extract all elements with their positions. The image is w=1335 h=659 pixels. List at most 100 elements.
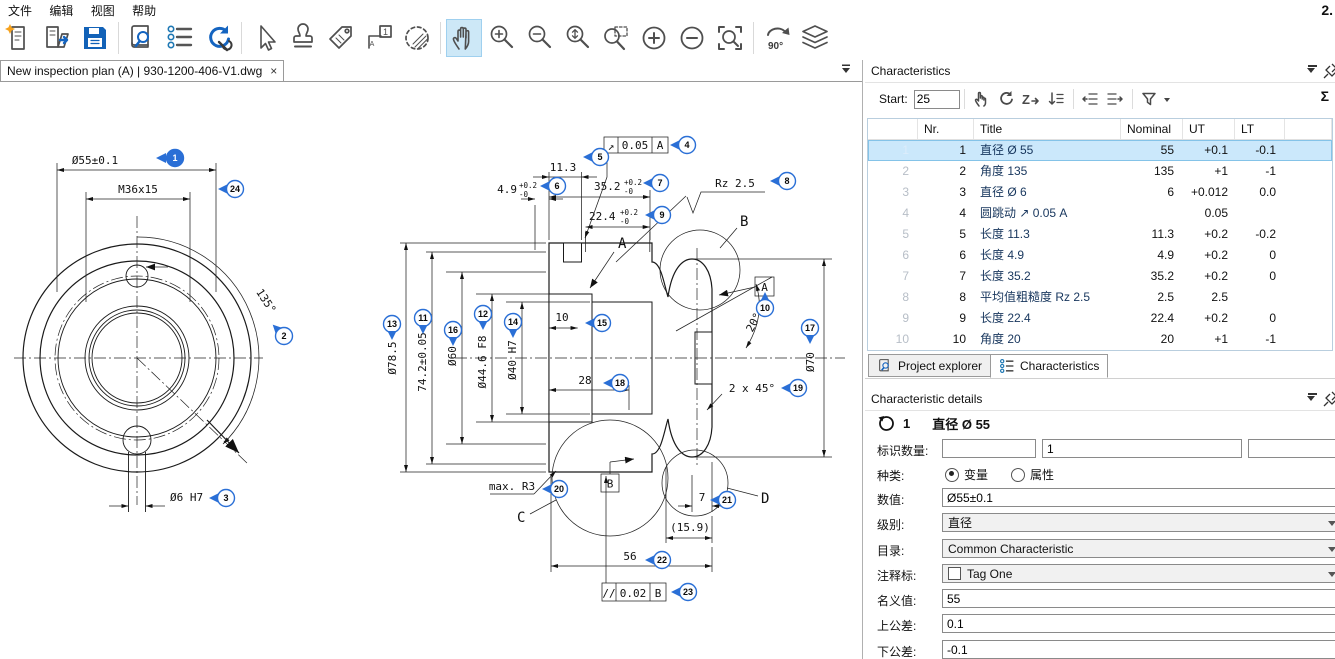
- id-count-input-3[interactable]: [1248, 439, 1335, 458]
- panel-menu-icon[interactable]: [1308, 393, 1317, 395]
- filter-icon[interactable]: [1137, 88, 1162, 110]
- dim-d55[interactable]: Ø55±0.1: [72, 154, 118, 167]
- stamp-tool-icon[interactable]: [285, 19, 321, 57]
- update-settings-icon[interactable]: [200, 19, 236, 57]
- table-row[interactable]: 88平均值粗糙度 Rz 2.52.52.5: [868, 287, 1332, 308]
- dim-d785[interactable]: Ø78.5: [386, 341, 399, 374]
- tag-select[interactable]: Tag One: [942, 564, 1335, 583]
- balloon-17[interactable]: 17: [802, 320, 819, 345]
- table-row[interactable]: 22角度 135135+1-1: [868, 161, 1332, 182]
- panel-menu-arrow-icon[interactable]: [1307, 68, 1315, 77]
- panel-menu-icon[interactable]: [1308, 65, 1317, 67]
- tab-list-dropdown-icon[interactable]: [840, 63, 852, 78]
- gdt-frame-parallel[interactable]: // 0.02 B: [602, 583, 666, 601]
- zoom-dynamic-icon[interactable]: [560, 19, 596, 57]
- tab-project-explorer[interactable]: Project explorer: [868, 354, 991, 377]
- layers-icon[interactable]: [797, 19, 833, 57]
- id-count-input-2[interactable]: [1042, 439, 1242, 458]
- zoom-fit-icon[interactable]: [712, 19, 748, 57]
- balloon-20[interactable]: 20: [542, 481, 568, 498]
- characteristics-list-icon[interactable]: [162, 19, 198, 57]
- radio-variable[interactable]: 变量: [945, 466, 988, 483]
- dim-d6h7[interactable]: Ø6 H7: [170, 491, 203, 504]
- document-tab[interactable]: New inspection plan (A) | 930-1200-406-V…: [0, 60, 284, 81]
- reduce-icon[interactable]: [674, 19, 710, 57]
- value-input[interactable]: [942, 488, 1335, 507]
- insert-before-icon[interactable]: [1078, 88, 1103, 110]
- sigma-icon[interactable]: Σ: [1321, 88, 1329, 104]
- save-icon[interactable]: [77, 19, 113, 57]
- upper-tolerance-input[interactable]: [942, 614, 1335, 633]
- dim-28[interactable]: 28: [578, 374, 591, 387]
- new-inspection-plan-icon[interactable]: [1, 19, 37, 57]
- dim-d40[interactable]: Ø40 H7: [506, 340, 519, 380]
- balloon-16[interactable]: 16: [445, 322, 462, 347]
- lower-tolerance-input[interactable]: [942, 640, 1335, 659]
- table-header[interactable]: Nr. Title Nominal UT LT: [868, 119, 1332, 140]
- enlarge-icon[interactable]: [636, 19, 672, 57]
- panel-menu-arrow-icon[interactable]: [1307, 396, 1315, 405]
- table-row[interactable]: 44圆跳动 ↗ 0.05 A0.05: [868, 203, 1332, 224]
- balloon-3[interactable]: 3: [209, 490, 235, 507]
- select-tool-icon[interactable]: [247, 19, 283, 57]
- balloon-5[interactable]: 5: [583, 149, 609, 166]
- dim-135[interactable]: 135°: [253, 286, 278, 315]
- drawing-canvas[interactable]: Ø55±0.1 M36x15 135° Ø6 H7: [0, 82, 862, 659]
- balloon-19[interactable]: 19: [781, 380, 807, 397]
- table-row[interactable]: 55长度 11.311.3+0.2-0.2: [868, 224, 1332, 245]
- gdt-frame-runout[interactable]: ↗ 0.05 A: [604, 137, 668, 153]
- balloon-2[interactable]: 2: [270, 322, 293, 345]
- table-row[interactable]: 11直径 Ø 5555+0.1-0.1: [868, 140, 1332, 161]
- close-icon[interactable]: ×: [270, 64, 277, 78]
- tag-checkbox[interactable]: [948, 567, 961, 580]
- pin-icon[interactable]: [1323, 63, 1335, 82]
- pin-icon[interactable]: [1323, 391, 1335, 410]
- balloon-13[interactable]: 13: [384, 316, 401, 341]
- dim-49[interactable]: 4.9: [497, 183, 517, 196]
- rotate-90-icon[interactable]: 90°: [759, 19, 795, 57]
- sort-icon[interactable]: [1044, 88, 1069, 110]
- id-count-input-1[interactable]: [942, 439, 1036, 458]
- datum-a-flag[interactable]: A: [719, 277, 774, 296]
- dim-56[interactable]: 56: [623, 550, 636, 563]
- balloon-7[interactable]: 7: [643, 175, 669, 192]
- dim-rz[interactable]: Rz 2.5: [715, 177, 755, 190]
- refresh-icon[interactable]: [994, 88, 1019, 110]
- select-pointer-icon[interactable]: [969, 88, 994, 110]
- table-row[interactable]: 66长度 4.94.9+0.20: [868, 245, 1332, 266]
- dim-r3[interactable]: max. R3: [489, 480, 535, 493]
- tab-characteristics[interactable]: Characteristics: [990, 354, 1108, 378]
- zoom-out-icon[interactable]: [522, 19, 558, 57]
- class-select[interactable]: 直径: [942, 513, 1335, 532]
- dim-159[interactable]: (15.9): [670, 521, 710, 534]
- renumber-icon[interactable]: Z: [1019, 88, 1044, 110]
- balloon-1[interactable]: 1: [156, 150, 184, 167]
- dim-7[interactable]: 7: [699, 491, 706, 504]
- dim-d60[interactable]: Ø60: [446, 346, 459, 366]
- radio-attribute[interactable]: 属性: [1011, 466, 1054, 483]
- catalog-select[interactable]: Common Characteristic: [942, 539, 1335, 558]
- tag-tool-icon[interactable]: [323, 19, 359, 57]
- nominal-input[interactable]: [942, 589, 1335, 608]
- project-explorer-icon[interactable]: [124, 19, 160, 57]
- start-input[interactable]: [914, 90, 960, 109]
- balloon-4[interactable]: 4: [670, 137, 696, 154]
- filter-dropdown-icon[interactable]: [1164, 98, 1170, 105]
- balloon-24[interactable]: 24: [218, 181, 244, 198]
- balloon-23[interactable]: 23: [671, 584, 697, 601]
- zoom-in-icon[interactable]: [484, 19, 520, 57]
- dim-352[interactable]: 35.2: [594, 180, 621, 193]
- pan-tool-icon[interactable]: [446, 19, 482, 57]
- insert-after-icon[interactable]: [1103, 88, 1128, 110]
- dim-113[interactable]: 11.3: [550, 161, 577, 174]
- balloon-11[interactable]: 11: [415, 310, 432, 335]
- table-row[interactable]: 77长度 35.235.2+0.20: [868, 266, 1332, 287]
- balloon-14[interactable]: 14: [505, 314, 522, 339]
- dim-chamfer[interactable]: 2 x 45°: [729, 382, 775, 395]
- table-row[interactable]: 99长度 22.422.4+0.20: [868, 308, 1332, 329]
- dim-742[interactable]: 74.2±0.05: [416, 332, 429, 392]
- dim-m36[interactable]: M36x15: [118, 183, 158, 196]
- balloon-8[interactable]: 8: [770, 173, 796, 190]
- zoom-window-icon[interactable]: [598, 19, 634, 57]
- balloon-6[interactable]: 6: [540, 178, 566, 195]
